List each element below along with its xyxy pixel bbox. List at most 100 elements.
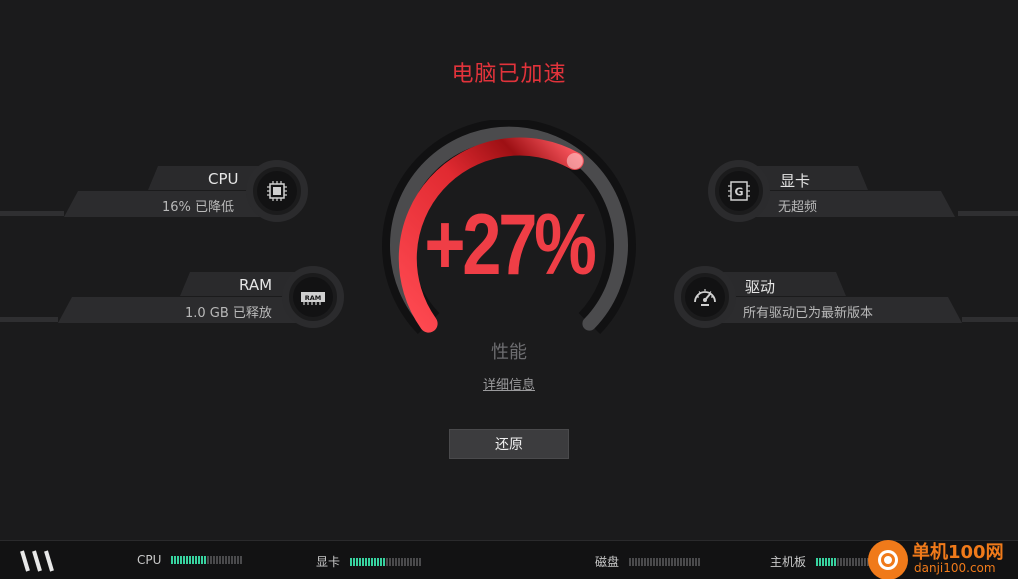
meter-segment	[819, 557, 822, 566]
divider	[958, 211, 1018, 216]
meter-segment	[861, 557, 864, 566]
meter-segment	[213, 556, 216, 564]
meter-segment	[413, 557, 416, 566]
meter-segment	[656, 557, 659, 566]
meter-segment	[680, 557, 683, 566]
meter-segment	[410, 557, 413, 566]
meter-segment	[864, 557, 867, 566]
ram-module-icon: RAM	[301, 292, 325, 305]
speedometer-icon	[694, 289, 716, 306]
meter-segment	[234, 556, 237, 564]
meter-segment	[392, 557, 395, 566]
meter-segment	[674, 557, 677, 566]
meter-segment	[371, 557, 374, 566]
meter-segment	[837, 557, 840, 566]
meter-segment	[698, 557, 701, 566]
meter-segment	[695, 557, 698, 566]
statusbar-cpu-meter	[171, 556, 243, 564]
meter-segment	[237, 556, 240, 564]
meter-segment	[353, 557, 356, 566]
page-title: 电脑已加速	[451, 62, 567, 87]
meter-segment	[653, 557, 656, 566]
meter-segment	[689, 557, 692, 566]
meter-segment	[401, 557, 404, 566]
meter-segment	[671, 557, 674, 566]
statusbar-gpu-meter	[350, 557, 422, 566]
meter-segment	[629, 557, 632, 566]
meter-segment	[692, 557, 695, 566]
meter-segment	[668, 557, 671, 566]
meter-segment	[356, 557, 359, 566]
driver-stat-name: 驱动	[745, 278, 776, 296]
svg-text:RAM: RAM	[305, 294, 322, 302]
meter-segment	[350, 557, 353, 566]
gauge-fill-tip	[566, 153, 583, 169]
ram-stat-value: 1.0 GB 已释放	[185, 306, 272, 321]
meter-segment	[219, 556, 222, 564]
meter-segment	[362, 557, 365, 566]
meter-segment	[641, 557, 644, 566]
gpu-stat-value: 无超频	[778, 200, 818, 215]
meter-segment	[183, 556, 186, 564]
meter-segment	[686, 557, 689, 566]
meter-segment	[207, 556, 210, 564]
performance-percent: +27%	[424, 197, 596, 293]
meter-segment	[365, 557, 368, 566]
meter-segment	[840, 557, 843, 566]
meter-segment	[386, 557, 389, 566]
cpu-stat-value: 16% 已降低	[162, 200, 235, 215]
meter-segment	[198, 556, 201, 564]
meter-segment	[662, 557, 665, 566]
meter-segment	[201, 556, 204, 564]
driver-stat-value: 所有驱动已为最新版本	[743, 306, 874, 321]
meter-segment	[825, 557, 828, 566]
meter-segment	[228, 556, 231, 564]
driver-ring	[674, 266, 736, 328]
meter-segment	[822, 557, 825, 566]
meter-segment	[380, 557, 383, 566]
meter-segment	[186, 556, 189, 564]
meter-segment	[855, 557, 858, 566]
watermark: 单机100网 danji100.com	[868, 540, 1018, 579]
meter-segment	[834, 557, 837, 566]
meter-segment	[407, 557, 410, 566]
meter-segment	[174, 556, 177, 564]
meter-segment	[677, 557, 680, 566]
meter-segment	[846, 557, 849, 566]
meter-segment	[828, 557, 831, 566]
cpu-stat-name: CPU	[208, 170, 239, 188]
ram-stat-name: RAM	[239, 276, 273, 294]
meter-segment	[852, 557, 855, 566]
meter-segment	[177, 556, 180, 564]
status-bar: CPU 显卡 磁盘 主机板	[0, 540, 1018, 579]
meter-segment	[359, 557, 362, 566]
restore-button[interactable]: 还原	[449, 429, 569, 459]
meter-segment	[843, 557, 846, 566]
meter-segment	[192, 556, 195, 564]
meter-segment	[638, 557, 641, 566]
svg-text:G: G	[734, 186, 743, 199]
main-panel: 电脑已加速 CPU 16% 已降低 RAM 1.0 GB 已释放 RAM 显卡 …	[0, 0, 1018, 540]
meter-segment	[180, 556, 183, 564]
details-link-wrapper: 详细信息	[0, 374, 1018, 393]
gpu-stat-name: 显卡	[780, 172, 811, 190]
cpu-ring	[246, 160, 308, 222]
meter-segment	[683, 557, 686, 566]
statusbar-gpu-label: 显卡	[316, 555, 341, 569]
statusbar-gpu: 显卡	[316, 553, 422, 570]
meter-segment	[368, 557, 371, 566]
logo-slashes-icon	[20, 550, 54, 572]
statusbar-motherboard-label: 主机板	[770, 555, 807, 569]
meter-segment	[374, 557, 377, 566]
meter-segment	[231, 556, 234, 564]
meter-segment	[831, 557, 834, 566]
details-link[interactable]: 详细信息	[483, 378, 535, 393]
meter-segment	[225, 556, 228, 564]
meter-segment	[240, 556, 243, 564]
meter-segment	[659, 557, 662, 566]
statusbar-disk: 磁盘	[595, 553, 701, 570]
performance-label: 性能	[491, 342, 527, 363]
meter-segment	[644, 557, 647, 566]
divider	[0, 211, 64, 216]
meter-segment	[389, 557, 392, 566]
